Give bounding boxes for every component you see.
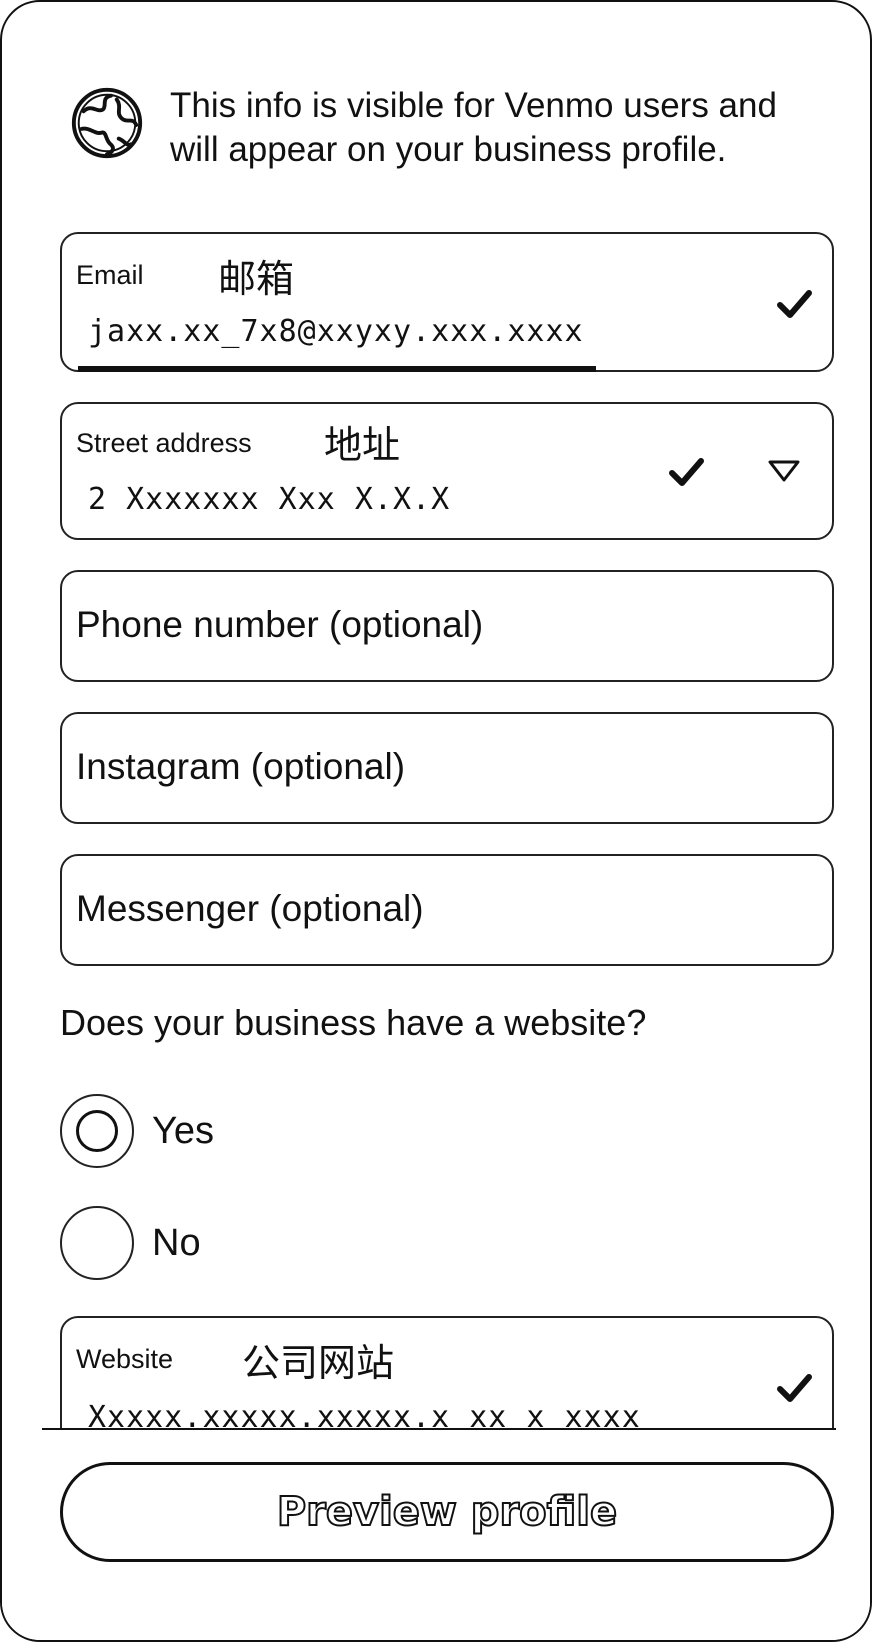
street-address-annotation: 地址 [324, 423, 401, 467]
radio-no-circle[interactable] [60, 1206, 134, 1280]
email-value[interactable]: jaxx.xx_7x8@xxyxy.xxx.xxxx [88, 314, 584, 349]
radio-no[interactable]: No [60, 1206, 201, 1280]
radio-yes-selected-indicator [76, 1110, 118, 1152]
email-field[interactable]: Email 邮箱 jaxx.xx_7x8@xxyxy.xxx.xxxx [60, 232, 834, 372]
instagram-field[interactable]: Instagram (optional) [60, 712, 834, 824]
radio-no-label[interactable]: No [152, 1222, 201, 1265]
radio-yes-circle[interactable] [60, 1094, 134, 1168]
messenger-field[interactable]: Messenger (optional) [60, 854, 834, 966]
radio-yes-label[interactable]: Yes [152, 1110, 214, 1153]
info-text: This info is visible for Venmo users and… [170, 84, 777, 172]
info-banner: This info is visible for Venmo users and… [68, 84, 828, 172]
website-annotation: 公司网站 [242, 1341, 395, 1385]
triangle-down-icon[interactable] [764, 452, 804, 492]
info-text-line1: This info is visible for Venmo users and [170, 86, 777, 125]
info-text-line2: will appear on your business profile. [170, 130, 727, 169]
email-focus-underline [78, 366, 596, 372]
radio-yes[interactable]: Yes [60, 1094, 214, 1168]
preview-profile-button[interactable]: Preview profile [60, 1462, 834, 1562]
street-address-field[interactable]: Street address 地址 2 Xxxxxxx Xxx X.X.X [60, 402, 834, 540]
messenger-placeholder: Messenger (optional) [76, 888, 424, 929]
phone-placeholder: Phone number (optional) [76, 604, 484, 645]
globe-icon [71, 87, 143, 159]
email-label: Email [76, 260, 144, 290]
instagram-placeholder: Instagram (optional) [76, 746, 406, 787]
street-address-value[interactable]: 2 Xxxxxxx Xxx X.X.X [88, 482, 450, 517]
bottom-divider [42, 1428, 836, 1430]
check-icon [669, 458, 704, 486]
website-label: Website [76, 1344, 174, 1374]
street-address-label: Street address [76, 428, 252, 458]
check-icon [777, 290, 812, 318]
email-annotation: 邮箱 [218, 257, 295, 301]
website-question: Does your business have a website? [60, 1002, 647, 1043]
app-frame: This info is visible for Venmo users and… [0, 0, 872, 1642]
phone-field[interactable]: Phone number (optional) [60, 570, 834, 682]
check-icon [777, 1374, 812, 1402]
